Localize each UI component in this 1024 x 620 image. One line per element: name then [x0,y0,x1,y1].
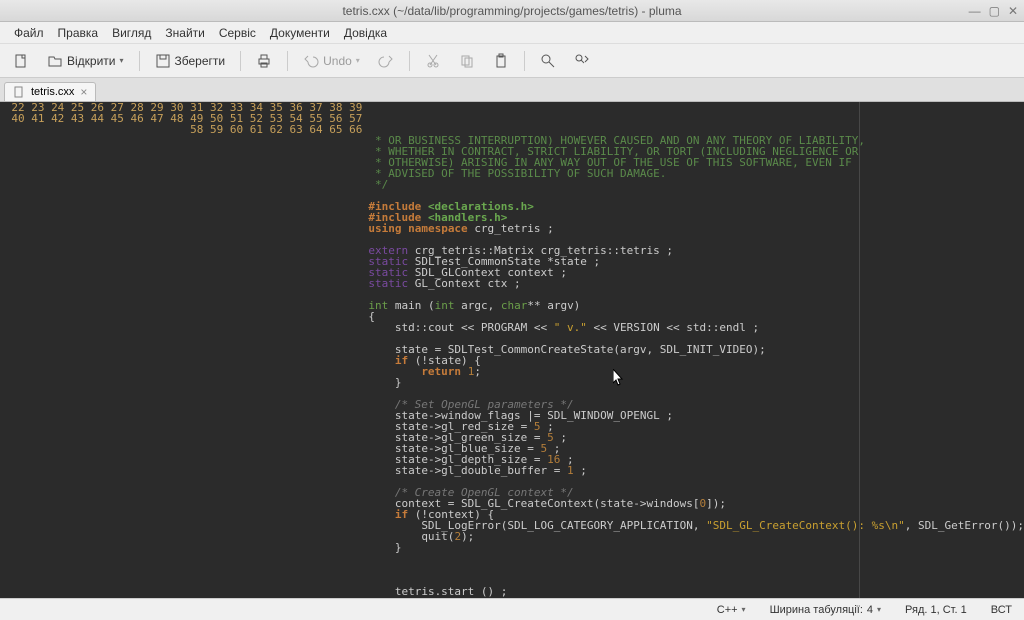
toolbar: Відкрити ▾ Зберегти Undo ▾ [0,44,1024,78]
separator [240,51,241,71]
menu-tools[interactable]: Сервіс [213,24,262,42]
save-icon [155,53,171,69]
paste-icon [493,53,509,69]
window-controls: — ▢ ✕ [969,4,1018,18]
menu-help[interactable]: Довідка [338,24,393,42]
undo-label: Undo [323,54,352,68]
chevron-down-icon: ▾ [356,56,360,65]
status-tabwidth[interactable]: Ширина табуляції: 4 ▾ [770,604,881,616]
chevron-down-icon: ▾ [120,56,124,65]
maximize-button[interactable]: ▢ [989,4,1000,18]
open-button[interactable]: Відкрити ▾ [40,48,131,74]
menu-view[interactable]: Вигляд [106,24,157,42]
separator [287,51,288,71]
redo-button [371,48,401,74]
code-area[interactable]: * OR BUSINESS INTERRUPTION) HOWEVER CAUS… [366,102,1024,598]
separator [524,51,525,71]
tab-close-icon[interactable]: × [80,85,87,99]
print-button[interactable] [249,48,279,74]
menu-edit[interactable]: Правка [52,24,105,42]
open-icon [47,53,63,69]
minimize-button[interactable]: — [969,4,981,18]
menu-file[interactable]: Файл [8,24,50,42]
copy-icon [459,53,475,69]
status-insert[interactable]: ВСТ [991,604,1012,616]
separator [409,51,410,71]
window-title: tetris.cxx (~/data/lib/programming/proje… [342,4,681,18]
tab-label: tetris.cxx [31,86,74,98]
status-cursor: Ряд. 1, Ст. 1 [905,604,967,616]
file-icon [13,86,25,98]
chevron-down-icon: ▾ [877,605,881,614]
undo-icon [303,53,319,69]
search-replace-icon [574,53,590,69]
new-icon [13,53,29,69]
tabbar: tetris.cxx × [0,78,1024,102]
find-replace-button[interactable] [567,48,597,74]
print-icon [256,53,272,69]
redo-icon [378,53,394,69]
save-label: Зберегти [175,54,226,68]
print-margin [859,102,860,598]
editor[interactable]: 22 23 24 25 26 27 28 29 30 31 32 33 34 3… [0,102,1024,598]
new-button[interactable] [6,48,36,74]
statusbar: C++ ▾ Ширина табуляції: 4 ▾ Ряд. 1, Ст. … [0,598,1024,620]
cut-button [418,48,448,74]
status-lang[interactable]: C++ ▾ [717,604,746,616]
titlebar: tetris.cxx (~/data/lib/programming/proje… [0,0,1024,22]
separator [139,51,140,71]
open-label: Відкрити [67,54,116,68]
save-button[interactable]: Зберегти [148,48,233,74]
find-button[interactable] [533,48,563,74]
tab-tetris[interactable]: tetris.cxx × [4,82,96,101]
paste-button[interactable] [486,48,516,74]
line-gutter: 22 23 24 25 26 27 28 29 30 31 32 33 34 3… [0,102,366,598]
undo-button: Undo ▾ [296,48,367,74]
menu-search[interactable]: Знайти [159,24,210,42]
cut-icon [425,53,441,69]
close-button[interactable]: ✕ [1008,4,1018,18]
menu-documents[interactable]: Документи [264,24,336,42]
copy-button [452,48,482,74]
search-icon [540,53,556,69]
chevron-down-icon: ▾ [742,605,746,614]
menubar: Файл Правка Вигляд Знайти Сервіс Докумен… [0,22,1024,44]
